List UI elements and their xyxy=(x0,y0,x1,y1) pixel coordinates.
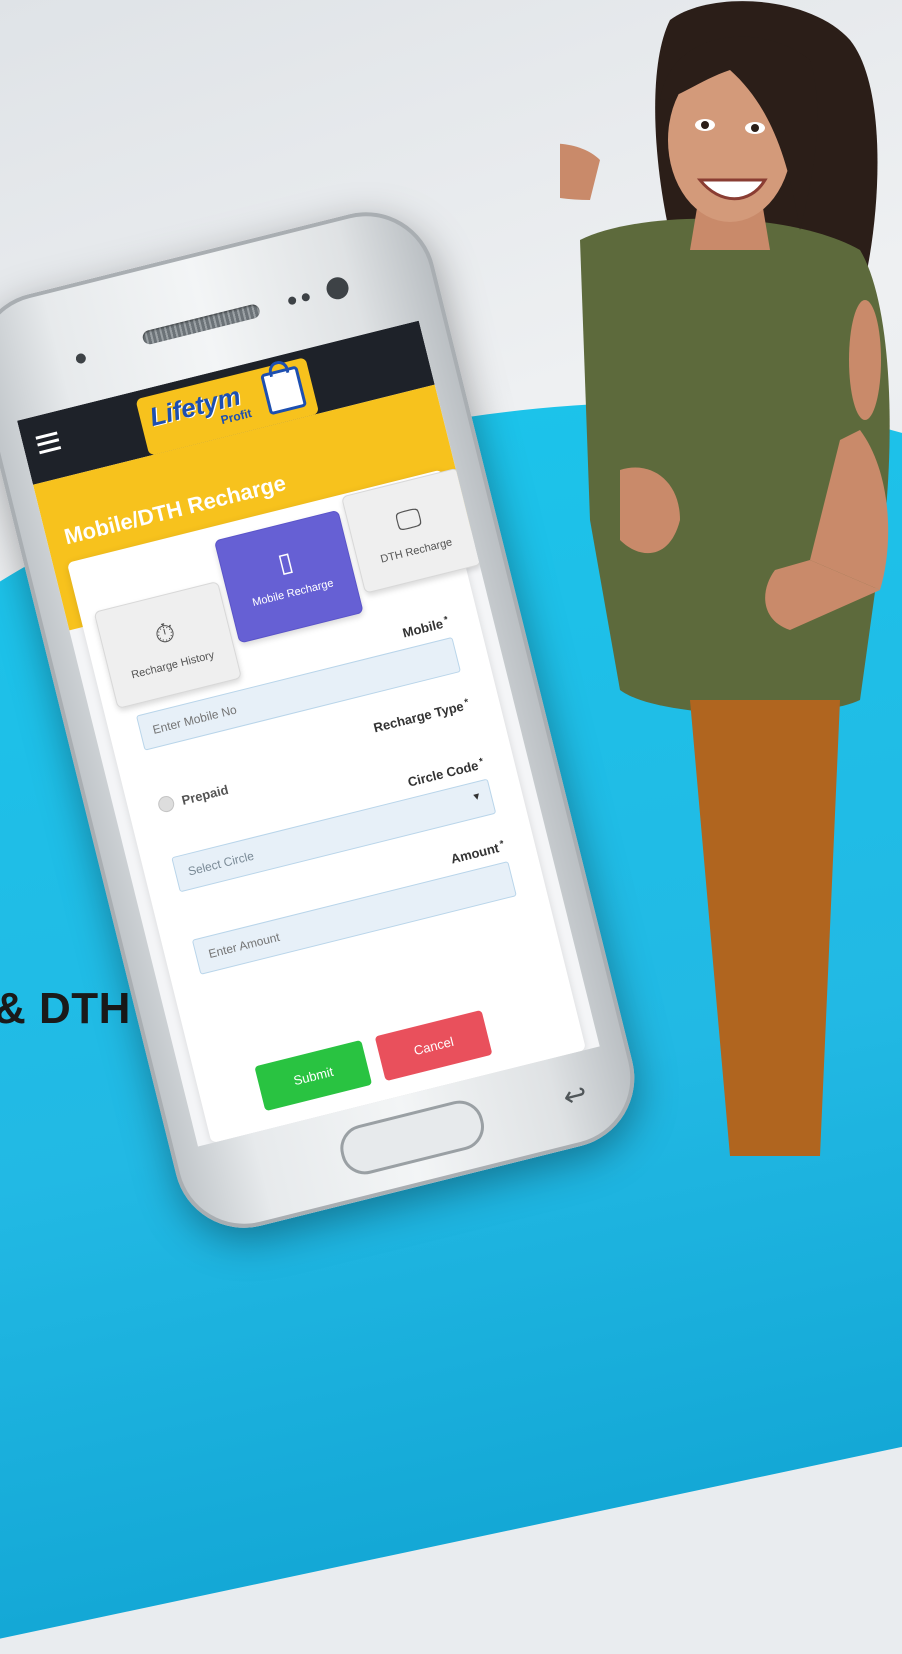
sensor-dot-icon xyxy=(287,295,298,306)
front-camera-icon xyxy=(324,274,351,302)
shopping-bag-icon xyxy=(260,365,308,416)
required-mark: * xyxy=(478,756,485,768)
cancel-button[interactable]: Cancel xyxy=(374,1009,493,1082)
prepaid-radio[interactable] xyxy=(156,794,176,814)
submit-button[interactable]: Submit xyxy=(254,1039,373,1112)
banner-headline: & DTH xyxy=(0,984,131,1033)
required-mark: * xyxy=(463,697,470,709)
home-button[interactable] xyxy=(335,1095,490,1180)
prepaid-label: Prepaid xyxy=(179,781,230,808)
required-mark: * xyxy=(498,838,506,851)
sensor-icon xyxy=(74,352,87,365)
hamburger-menu-icon[interactable] xyxy=(35,431,62,455)
recharge-card: ⏱ Recharge History ▯ Mobile Recharge 🖵 D… xyxy=(66,467,587,1144)
form-buttons: Submit Cancel xyxy=(254,1009,493,1112)
sensor-dot-icon xyxy=(300,292,311,303)
back-icon[interactable]: ↩ xyxy=(560,1076,591,1114)
amount-label-text: Amount xyxy=(449,840,501,867)
required-mark: * xyxy=(442,614,450,627)
mobile-label-text: Mobile xyxy=(401,616,445,641)
earpiece-speaker xyxy=(141,303,262,346)
tab-mobile-recharge[interactable]: ▯ Mobile Recharge xyxy=(213,509,364,644)
